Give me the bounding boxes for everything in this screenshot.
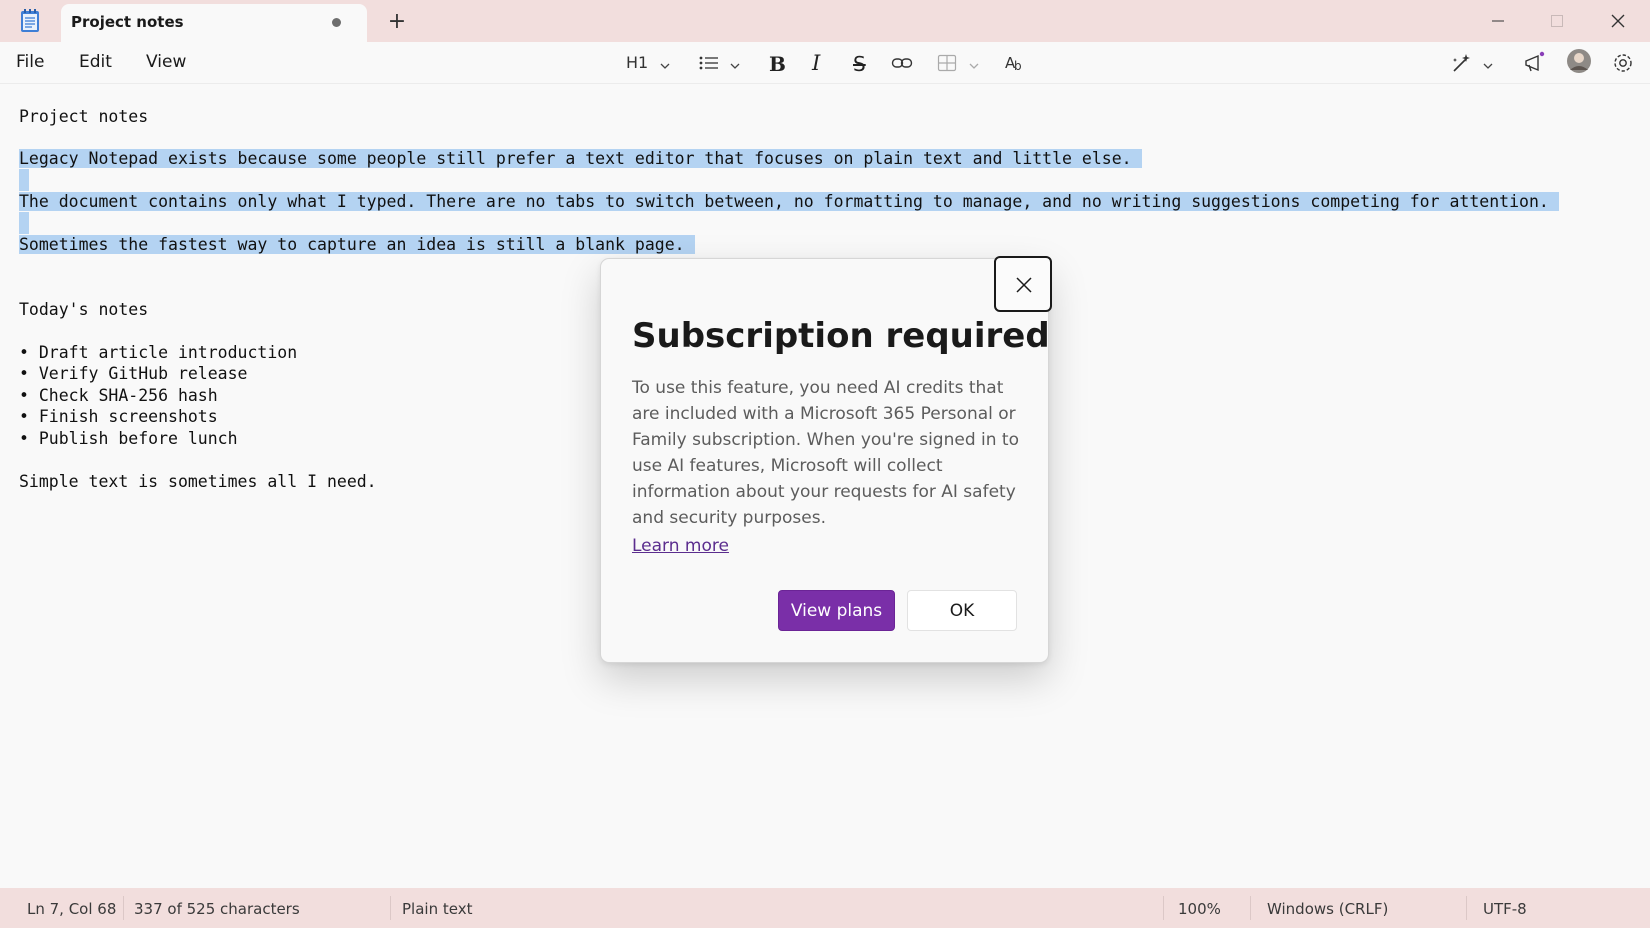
spellcheck-icon[interactable]: A b bbox=[1005, 50, 1027, 76]
editor-line-selected: Sometimes the fastest way to capture an … bbox=[19, 234, 695, 255]
editor-line: Today's notes bbox=[19, 300, 149, 319]
link-icon[interactable] bbox=[891, 50, 913, 76]
editor-line: Project notes bbox=[19, 107, 149, 126]
minimize-icon[interactable] bbox=[1485, 8, 1511, 34]
selected-text: Sometimes the fastest way to capture an … bbox=[19, 235, 685, 254]
bold-button[interactable]: B bbox=[769, 52, 786, 76]
list-item: • Verify GitHub release bbox=[19, 364, 248, 383]
encoding[interactable]: UTF-8 bbox=[1483, 900, 1527, 918]
close-icon bbox=[1016, 277, 1032, 293]
maximize-icon[interactable] bbox=[1544, 8, 1570, 34]
view-plans-button[interactable]: View plans bbox=[778, 590, 895, 631]
text-format[interactable]: Plain text bbox=[402, 900, 472, 918]
megaphone-icon[interactable] bbox=[1523, 50, 1547, 76]
zoom-level[interactable]: 100% bbox=[1178, 900, 1221, 918]
title-bar: Project notes + bbox=[0, 0, 1650, 42]
list-item: • Draft article introduction bbox=[19, 343, 298, 362]
close-window-icon[interactable] bbox=[1605, 8, 1631, 34]
chevron-down-icon[interactable] bbox=[659, 57, 671, 69]
selection-gap bbox=[19, 212, 29, 234]
tab-project-notes[interactable]: Project notes bbox=[61, 4, 367, 42]
line-ending[interactable]: Windows (CRLF) bbox=[1267, 900, 1388, 918]
heading-dropdown[interactable]: H1 bbox=[626, 53, 648, 72]
copilot-pen-icon[interactable] bbox=[1450, 50, 1472, 76]
character-count[interactable]: 337 of 525 characters bbox=[134, 900, 300, 918]
svg-text:b: b bbox=[1014, 59, 1022, 73]
selected-text: The document contains only what I typed.… bbox=[19, 192, 1549, 211]
chevron-down-icon[interactable] bbox=[968, 57, 980, 69]
notepad-icon bbox=[19, 9, 41, 33]
italic-button[interactable]: I bbox=[812, 51, 820, 75]
cursor-position[interactable]: Ln 7, Col 68 bbox=[27, 900, 116, 918]
status-divider bbox=[123, 896, 124, 920]
learn-more-link[interactable]: Learn more bbox=[632, 536, 729, 556]
editor-line-selected: The document contains only what I typed.… bbox=[19, 191, 1559, 212]
chevron-down-icon[interactable] bbox=[1482, 57, 1494, 69]
status-bar: Ln 7, Col 68 337 of 525 characters Plain… bbox=[0, 888, 1650, 928]
dialog-close-button[interactable] bbox=[994, 256, 1052, 312]
status-divider bbox=[1163, 896, 1164, 920]
status-divider bbox=[390, 896, 391, 920]
tab-title: Project notes bbox=[71, 13, 184, 31]
selection-gap bbox=[19, 169, 29, 191]
editor-line-selected: Legacy Notepad exists because some peopl… bbox=[19, 148, 1142, 169]
strikethrough-button[interactable]: S bbox=[853, 52, 866, 76]
status-divider bbox=[1466, 896, 1467, 920]
new-tab-button[interactable]: + bbox=[384, 9, 410, 35]
chevron-down-icon[interactable] bbox=[729, 57, 741, 69]
unsaved-dot-icon[interactable] bbox=[332, 18, 341, 27]
ok-button[interactable]: OK bbox=[907, 590, 1017, 631]
menu-edit[interactable]: Edit bbox=[79, 52, 112, 72]
menu-file[interactable]: File bbox=[16, 52, 44, 72]
list-item: • Publish before lunch bbox=[19, 429, 238, 448]
list-item: • Finish screenshots bbox=[19, 407, 218, 426]
dialog-body: To use this feature, you need AI credits… bbox=[632, 378, 1019, 528]
bullet-list-icon[interactable] bbox=[698, 50, 720, 76]
selected-text: Legacy Notepad exists because some peopl… bbox=[19, 149, 1132, 168]
menu-view[interactable]: View bbox=[146, 52, 186, 72]
list-item: • Check SHA-256 hash bbox=[19, 386, 218, 405]
table-icon[interactable] bbox=[937, 50, 957, 76]
editor-line: Simple text is sometimes all I need. bbox=[19, 472, 377, 491]
gear-icon[interactable] bbox=[1611, 50, 1635, 76]
avatar[interactable] bbox=[1566, 48, 1592, 74]
status-divider bbox=[1250, 896, 1251, 920]
subscription-dialog: Subscription required To use this featur… bbox=[600, 256, 1052, 663]
dialog-title: Subscription required bbox=[632, 316, 1050, 356]
menu-bar: File Edit View H1 B I S A b bbox=[0, 42, 1650, 84]
